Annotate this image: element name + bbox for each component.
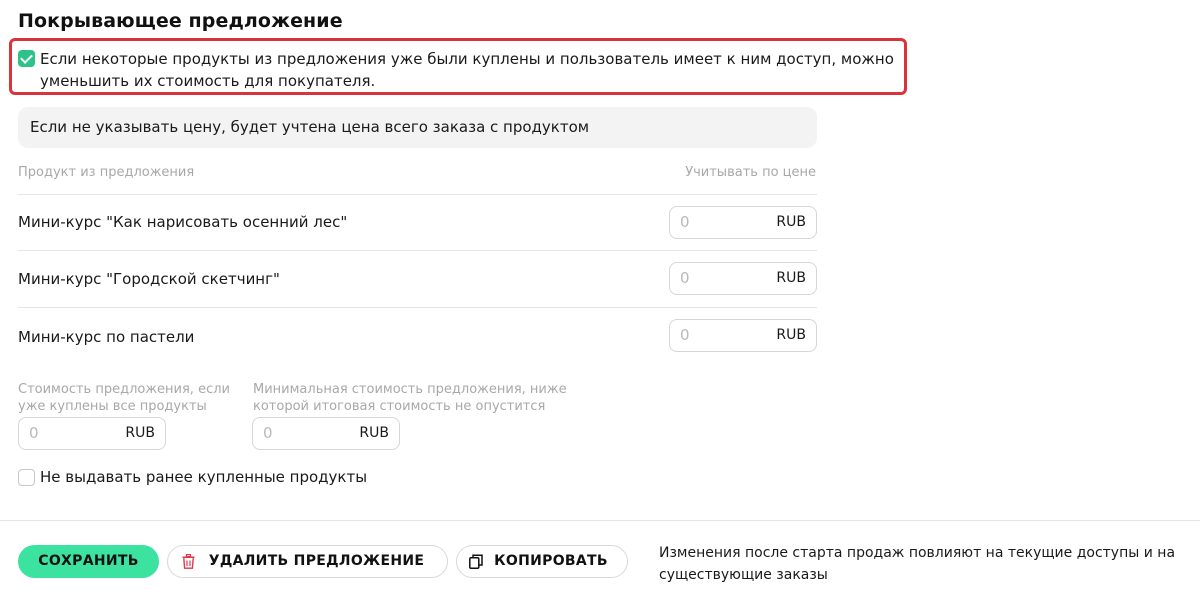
price-placeholder: 0 [263,424,273,442]
product-name: Мини-курс "Как нарисовать осенний лес" [18,213,348,231]
price-note: Если не указывать цену, будет учтена цен… [18,107,817,148]
footer-divider [0,520,1200,521]
price-placeholder: 0 [680,269,690,287]
discount-checkbox[interactable] [18,50,35,67]
discount-checkbox-label[interactable]: Если некоторые продукты из предложения у… [40,48,900,92]
min-cost-label: Минимальная стоимость предложения, ниже … [253,382,567,414]
price-placeholder: 0 [29,424,39,442]
min-cost-input[interactable]: 0 RUB [252,417,400,450]
all-bought-cost-input[interactable]: 0 RUB [18,417,166,450]
trash-icon [182,554,195,569]
divider [18,194,817,195]
column-header-price: Учитывать по цене [685,165,816,180]
copy-icon [469,554,483,569]
price-placeholder: 0 [680,326,690,344]
product-price-input[interactable]: 0 RUB [669,262,817,295]
divider [18,250,817,251]
price-placeholder: 0 [680,213,690,231]
delete-offer-label: УДАЛИТЬ ПРЕДЛОЖЕНИЕ [208,553,425,569]
product-price-input[interactable]: 0 RUB [669,206,817,239]
column-header-product: Продукт из предложения [18,165,195,180]
product-name: Мини-курс по пастели [18,328,195,346]
section-title: Покрывающее предложение [18,10,343,32]
no-give-checkbox[interactable] [18,469,35,486]
copy-button[interactable]: КОПИРОВАТЬ [456,545,628,578]
save-button[interactable]: СОХРАНИТЬ [18,545,159,578]
divider [18,307,817,308]
currency-label: RUB [776,327,806,343]
currency-label: RUB [359,425,389,441]
footer-note: Изменения после старта продаж повлияют н… [659,545,1176,583]
currency-label: RUB [776,214,806,230]
delete-offer-button[interactable]: УДАЛИТЬ ПРЕДЛОЖЕНИЕ [167,545,448,578]
currency-label: RUB [776,270,806,286]
copy-label: КОПИРОВАТЬ [494,553,608,569]
product-name: Мини-курс "Городской скетчинг" [18,270,280,288]
all-bought-cost-label: Стоимость предложения, если уже куплены … [18,382,230,414]
product-price-input[interactable]: 0 RUB [669,319,817,352]
currency-label: RUB [125,425,155,441]
no-give-checkbox-label[interactable]: Не выдавать ранее купленные продукты [40,468,367,486]
